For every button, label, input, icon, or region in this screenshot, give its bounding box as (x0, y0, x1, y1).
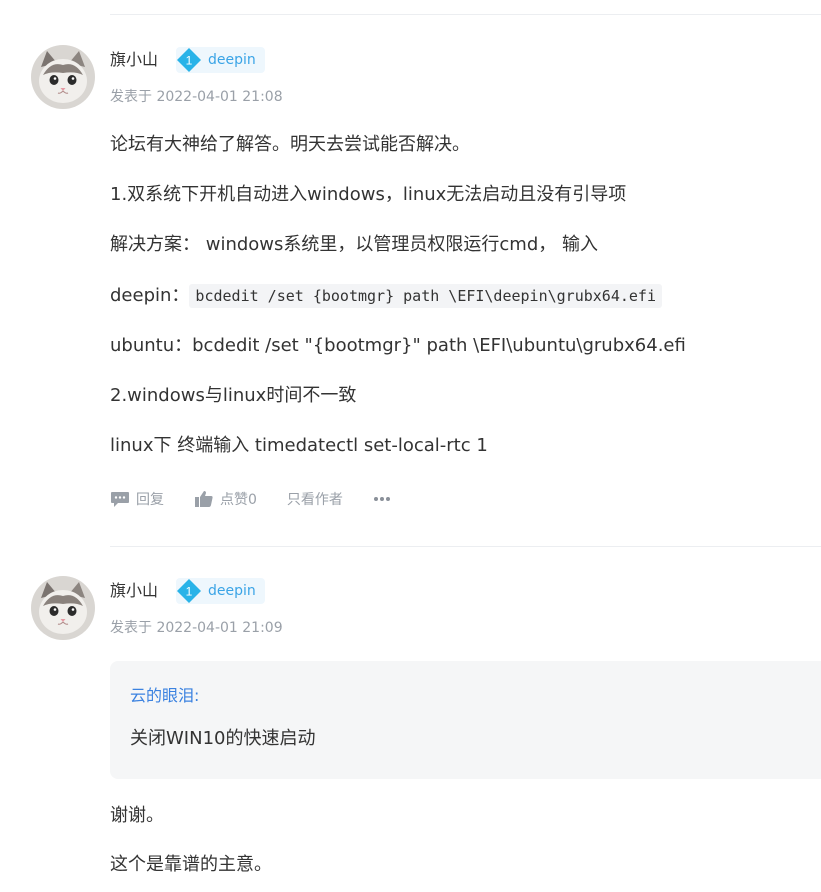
badge-label: deepin (208, 583, 256, 599)
user-badge: 1 deepin (176, 578, 265, 604)
badge-label: deepin (208, 52, 256, 68)
badge-level: 1 (186, 54, 193, 68)
deepin-prefix: deepin： (110, 285, 190, 306)
level-diamond-icon: 1 (176, 578, 202, 604)
post-actions: 回复 点赞0 只看作者 (110, 489, 427, 509)
post-paragraph: 1.双系统下开机自动进入windows，linux无法启动且没有引导项 (110, 184, 627, 205)
quote-block: 云的眼泪: 关闭WIN10的快速启动 (110, 661, 821, 779)
like-label: 点赞0 (220, 492, 257, 508)
post-time: 发表于 2022-04-01 21:09 (110, 620, 283, 636)
post-paragraph: 解决方案： windows系统里，以管理员权限运行cmd， 输入 (110, 234, 598, 255)
user-badge: 1 deepin (176, 47, 265, 73)
post-divider (110, 546, 821, 547)
post-time: 发表于 2022-04-01 21:08 (110, 89, 283, 105)
reply-label: 回复 (136, 492, 164, 508)
cat-avatar-image (31, 45, 95, 109)
badge-level: 1 (186, 585, 193, 599)
post-paragraph: 2.windows与linux时间不一致 (110, 385, 357, 406)
post-paragraph: linux下 终端输入 timedatectl set-local-rtc 1 (110, 435, 488, 456)
post-paragraph: ubuntu：bcdedit /set "{bootmgr}" path \EF… (110, 335, 686, 356)
thumbs-up-icon (195, 491, 213, 507)
author-name[interactable]: 旗小山 (110, 50, 158, 70)
avatar[interactable] (31, 576, 95, 640)
inline-code: bcdedit /set {bootmgr} path \EFI\deepin\… (189, 284, 662, 308)
post-paragraph: 论坛有大神给了解答。明天去尝试能否解决。 (110, 134, 470, 155)
like-button[interactable]: 点赞0 (194, 489, 257, 509)
avatar[interactable] (31, 45, 95, 109)
post-paragraph: 谢谢。 (110, 805, 164, 826)
level-diamond-icon: 1 (176, 47, 202, 73)
top-divider (110, 14, 821, 15)
post-paragraph: 这个是靠谱的主意。 (110, 854, 272, 875)
post-paragraph-deepin: deepin： bcdedit /set {bootmgr} path \EFI\… (110, 284, 662, 308)
reply-icon (111, 492, 129, 507)
more-button[interactable] (373, 496, 397, 502)
quote-author[interactable]: 云的眼泪: (130, 685, 199, 707)
only-author-label: 只看作者 (286, 492, 343, 508)
reply-button[interactable]: 回复 (110, 489, 164, 509)
more-dots-icon (373, 497, 390, 501)
quote-text: 关闭WIN10的快速启动 (130, 728, 316, 749)
only-author-button[interactable]: 只看作者 (287, 489, 343, 509)
cat-avatar-image (31, 576, 95, 640)
author-name[interactable]: 旗小山 (110, 581, 158, 601)
